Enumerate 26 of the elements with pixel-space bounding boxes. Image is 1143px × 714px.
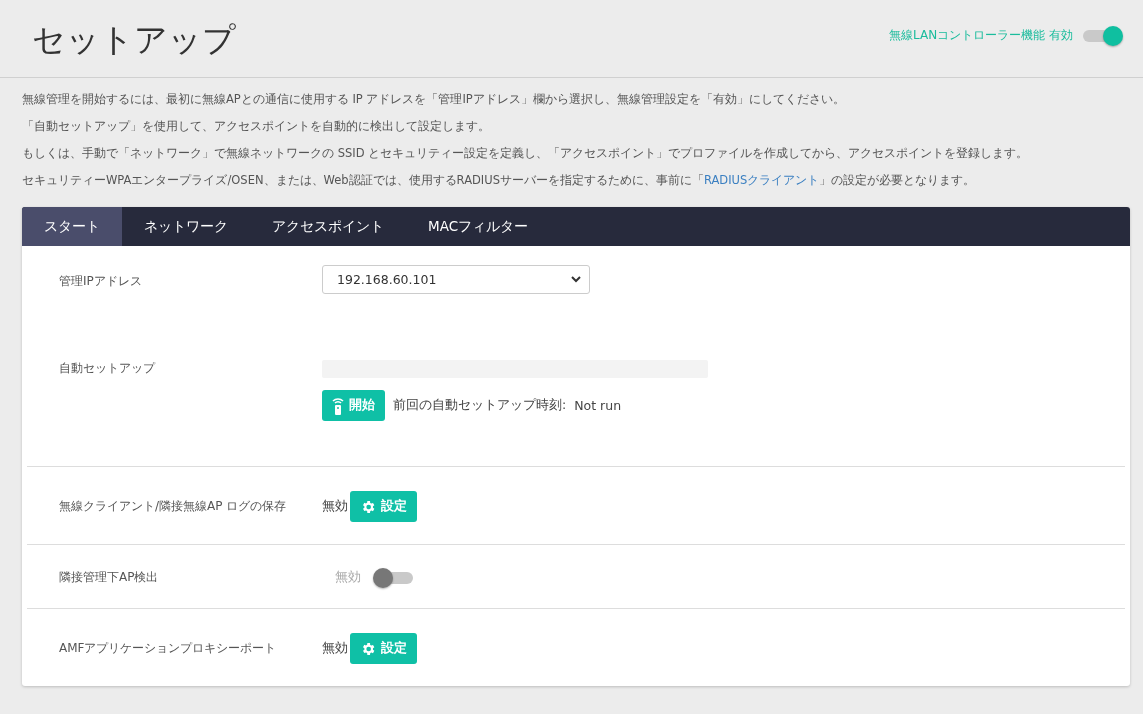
field-label: 自動セットアップ	[58, 360, 157, 377]
field-label: 隣接管理下AP検出	[58, 569, 160, 586]
tab[interactable]: ネットワーク	[122, 207, 250, 246]
intro-paragraph: もしくは、手動で「ネットワーク」で無線ネットワークの SSID とセキュリティー設定を定義し、「アクセスポイント」でプロファイルを作成してから、アクセスポイントを登録します。	[22, 145, 1030, 162]
ip-address-select[interactable]: 192.168.60.101	[322, 265, 590, 294]
intro-paragraph: セキュリティーWPAエンタープライズ/OSEN、または、Web認証では、使用するRADIUSサーバーを指定するために、事前に「RADIUSクライアント」の設定が必要となります。	[22, 172, 977, 189]
last-run-label: 前回の自動セットアップ時刻:	[393, 397, 567, 414]
remote-icon	[332, 396, 344, 415]
chevron-down-icon	[571, 276, 581, 283]
intro-paragraph: 「自動セットアップ」を使用して、アクセスポイントを自動的に検出して設定します。	[22, 118, 491, 135]
last-run-value: Not run	[574, 398, 622, 413]
page-title: セットアップ	[32, 19, 236, 61]
intro-paragraph: 無線管理を開始するには、最初に無線APとの通信に使用する IP アドレスを「管理IPアドレス」欄から選択し、無線管理設定を「有効」にしてください。	[22, 91, 846, 108]
field-label: 管理IPアドレス	[58, 273, 143, 290]
controller-label: 無線LANコントローラー機能 有効	[889, 27, 1073, 44]
field-label: 無線クライアント/隣接無線AP ログの保存	[58, 498, 288, 515]
status-text: 無効	[322, 498, 348, 515]
status-text: 無効	[322, 640, 348, 657]
gear-icon	[360, 498, 376, 515]
status-text: 無効	[335, 569, 361, 586]
tab[interactable]: スタート	[22, 207, 122, 246]
tab[interactable]: MACフィルター	[406, 207, 551, 246]
field-label: AMFアプリケーションプロキシーポート	[58, 640, 278, 657]
radius-client-link[interactable]: RADIUSクライアント	[703, 173, 820, 187]
gear-icon	[360, 640, 376, 657]
tab[interactable]: アクセスポイント	[250, 207, 406, 246]
